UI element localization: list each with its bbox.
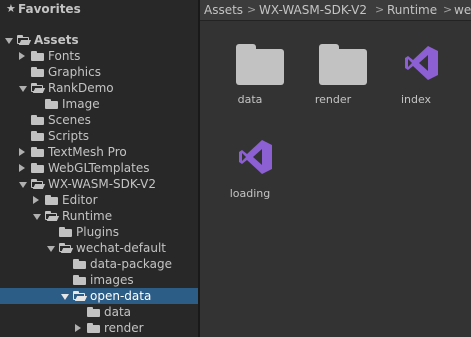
tree-item-image[interactable]: Image [0, 96, 198, 112]
tree-item-render[interactable]: render [0, 320, 198, 336]
tree-item-label: Scenes [48, 113, 91, 127]
tree-item-textmesh-pro[interactable]: TextMesh Pro [0, 144, 198, 160]
folder-open-icon [17, 35, 32, 45]
folder-icon [319, 44, 367, 86]
folder-icon [45, 99, 58, 109]
file-name: render [314, 93, 352, 106]
tree-item-label: Graphics [48, 65, 101, 79]
folder-open-icon [31, 83, 46, 93]
file-browser-panel: Assets > WX-WASM-SDK-V2 > Runtime > we d… [200, 0, 471, 337]
folder-icon [31, 163, 44, 173]
tree-item-label: Assets [34, 33, 79, 47]
folder-icon [31, 131, 44, 141]
folder-open-icon [59, 243, 74, 253]
visual-studio-icon [405, 46, 438, 80]
folder-icon [87, 323, 100, 333]
tree-item-fonts[interactable]: Fonts [0, 48, 198, 64]
folder-open-icon [31, 179, 46, 189]
chevron-right-icon: > [375, 3, 385, 16]
expand-arrow-right-icon[interactable] [19, 148, 25, 156]
tree-item-editor[interactable]: Editor [0, 192, 198, 208]
expand-arrow-down-icon[interactable] [33, 214, 41, 220]
folder-open-icon [45, 211, 60, 221]
file-tile-data[interactable]: data [210, 36, 290, 116]
tree-item-wechat-default[interactable]: wechat-default [0, 240, 198, 256]
folder-icon [31, 67, 44, 77]
folder-icon [59, 227, 72, 237]
tree-item-label: Runtime [62, 209, 113, 223]
tree-item-data[interactable]: data [0, 304, 198, 320]
tree-item-scripts[interactable]: Scripts [0, 128, 198, 144]
tree-item-label: Scripts [48, 129, 90, 143]
favorites-label: Favorites [18, 2, 81, 16]
tree-item-label: TextMesh Pro [48, 145, 127, 159]
project-tree-panel: ★ Favorites Assets Fonts Graphics RankDemo I… [0, 0, 198, 337]
tree-item-images[interactable]: images [0, 272, 198, 288]
tree-item-label: wechat-default [76, 241, 167, 255]
tree-item-label: Editor [62, 193, 98, 207]
folder-icon [45, 195, 58, 205]
file-tile-loading[interactable]: loading [210, 130, 290, 210]
expand-arrow-right-icon[interactable] [19, 52, 25, 60]
folder-icon [31, 115, 44, 125]
folder-icon [236, 44, 284, 86]
tree-item-label: data [104, 305, 132, 319]
tree-item-label: WX-WASM-SDK-V2 [48, 177, 156, 191]
tree-item-label: Plugins [76, 225, 119, 239]
expand-arrow-right-icon[interactable] [75, 324, 81, 332]
folder-icon [73, 259, 86, 269]
favorites-row[interactable]: ★ Favorites [0, 0, 198, 18]
tree-item-open-data[interactable]: open-data [0, 288, 198, 304]
tree-item-rankdemo[interactable]: RankDemo [0, 80, 198, 96]
tree-item-label: RankDemo [48, 81, 114, 95]
tree-item-assets[interactable]: Assets [0, 32, 198, 48]
tree-item-label: Image [62, 97, 100, 111]
chevron-right-icon: > [443, 3, 453, 16]
tree-item-graphics[interactable]: Graphics [0, 64, 198, 80]
tree-item-label: data-package [90, 257, 173, 271]
breadcrumb-item-wechat[interactable]: we [454, 0, 471, 20]
file-tile-index[interactable]: index [376, 36, 456, 116]
expand-arrow-down-icon[interactable] [5, 38, 13, 44]
expand-arrow-down-icon[interactable] [19, 182, 27, 188]
folder-icon [73, 275, 86, 285]
folder-icon [87, 307, 100, 317]
expand-arrow-down-icon[interactable] [19, 86, 27, 92]
visual-studio-icon [239, 140, 272, 174]
folder-icon [31, 51, 44, 61]
tree-item-runtime[interactable]: Runtime [0, 208, 198, 224]
file-name: index [400, 93, 432, 106]
tree-item-plugins[interactable]: Plugins [0, 224, 198, 240]
tree-item-label: render [104, 321, 144, 335]
expand-arrow-right-icon[interactable] [33, 196, 39, 204]
tree-item-webgltemplates[interactable]: WebGLTemplates [0, 160, 198, 176]
tree-item-data-package[interactable]: data-package [0, 256, 198, 272]
breadcrumb-item-assets[interactable]: Assets [204, 0, 243, 20]
breadcrumb-item-sdk[interactable]: WX-WASM-SDK-V2 [259, 0, 367, 20]
expand-arrow-right-icon[interactable] [19, 164, 25, 172]
tree-item-label: WebGLTemplates [48, 161, 150, 175]
tree-item-wx-wasm-sdk-v2[interactable]: WX-WASM-SDK-V2 [0, 176, 198, 192]
folder-open-icon [73, 291, 88, 301]
star-icon: ★ [6, 2, 16, 15]
breadcrumb: Assets > WX-WASM-SDK-V2 > Runtime > we [200, 0, 471, 21]
file-tile-render[interactable]: render [293, 36, 373, 116]
file-name: loading [229, 187, 271, 200]
breadcrumb-item-runtime[interactable]: Runtime [387, 0, 437, 20]
tree-item-label: images [90, 273, 134, 287]
tree-item-label: Fonts [48, 49, 81, 63]
tree-item-scenes[interactable]: Scenes [0, 112, 198, 128]
folder-icon [31, 147, 44, 157]
expand-arrow-down-icon[interactable] [47, 246, 55, 252]
expand-arrow-down-icon[interactable] [61, 294, 69, 300]
tree-item-label: open-data [90, 289, 152, 303]
chevron-right-icon: > [247, 3, 257, 16]
file-name: data [237, 93, 263, 106]
